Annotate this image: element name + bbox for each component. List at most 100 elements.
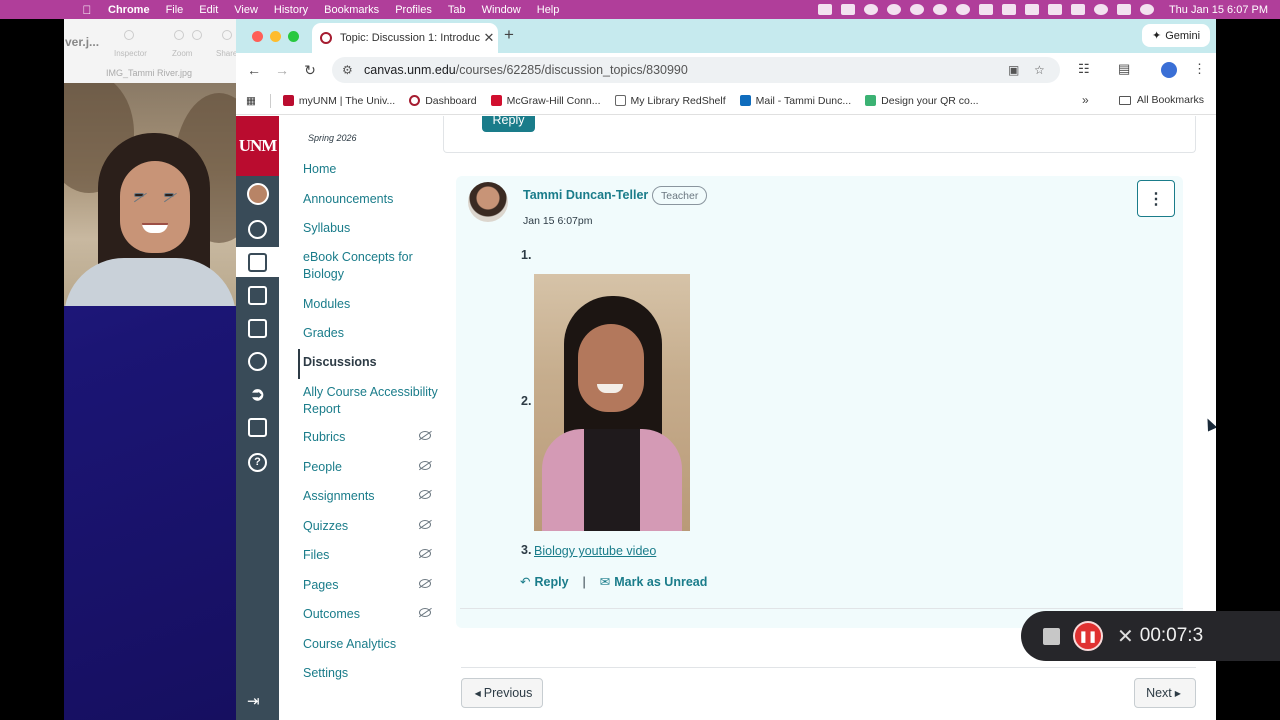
network-icon[interactable]	[1001, 4, 1016, 15]
zoom-icon[interactable]	[886, 4, 901, 15]
menu-window[interactable]: Window	[482, 4, 521, 16]
global-nav-inbox[interactable]	[236, 313, 279, 343]
next-button[interactable]: Next ▶	[1134, 678, 1196, 708]
author-name[interactable]: Tammi Duncan-Teller	[523, 188, 648, 202]
previous-entry-card: Reply	[443, 116, 1196, 153]
chrome-menu-icon[interactable]: ⋮	[1193, 61, 1206, 77]
bookmark-mcgraw-hill[interactable]: McGraw-Hill Conn...	[490, 95, 601, 107]
forward-arrow-icon[interactable]: →	[268, 62, 296, 78]
bookmark-redshelf[interactable]: My Library RedShelf	[614, 95, 726, 107]
profile-avatar[interactable]	[1161, 62, 1177, 78]
menu-view[interactable]: View	[234, 4, 258, 16]
cancel-recording-icon[interactable]: ✕	[1117, 624, 1134, 649]
site-settings-icon[interactable]: ⚙	[342, 63, 356, 77]
camera-icon[interactable]	[840, 4, 855, 15]
global-nav-courses[interactable]	[236, 247, 279, 277]
zoom-out-icon[interactable]	[174, 30, 184, 40]
course-nav-outcomes[interactable]: Outcomes	[303, 606, 443, 623]
zoom-in-icon[interactable]	[192, 30, 202, 40]
menubar-clock[interactable]: Thu Jan 15 6:07 PM	[1169, 4, 1268, 16]
extensions-icon[interactable]: ☷	[1078, 61, 1090, 77]
gear-icon[interactable]	[909, 4, 924, 15]
siri-icon[interactable]	[1139, 4, 1154, 15]
top-reply-button[interactable]: Reply	[482, 116, 535, 132]
course-nav-discussions[interactable]: Discussions	[303, 354, 443, 371]
menu-profiles[interactable]: Profiles	[395, 4, 432, 16]
search-icon[interactable]	[1093, 4, 1108, 15]
course-nav-ebook-concepts-for-biology[interactable]: eBook Concepts for Biology	[303, 249, 443, 282]
menu-history[interactable]: History	[274, 4, 308, 16]
course-nav-label: Files	[303, 548, 330, 562]
screen-share-icon[interactable]	[817, 4, 832, 15]
course-nav-grades[interactable]: Grades	[303, 325, 443, 342]
apple-icon[interactable]: 	[80, 3, 94, 17]
global-nav-history[interactable]	[236, 346, 279, 376]
global-nav-commons[interactable]	[236, 412, 279, 442]
wifi-icon[interactable]	[1070, 4, 1085, 15]
previous-button[interactable]: ◀ Previous	[461, 678, 543, 708]
mark-unread-action[interactable]: ✉ Mark as Unread	[600, 574, 708, 589]
close-tab-icon[interactable]: ✕	[480, 30, 498, 46]
unm-logo[interactable]: UNM	[236, 116, 279, 176]
course-nav-course-analytics[interactable]: Course Analytics	[303, 636, 443, 653]
global-nav-dashboard[interactable]	[236, 214, 279, 244]
collapse-nav-icon[interactable]: ⇥	[247, 692, 260, 710]
battery-icon[interactable]	[1024, 4, 1039, 15]
reload-icon[interactable]: ↻	[296, 62, 324, 79]
bookmark-myunm[interactable]: myUNM | The Univ...	[282, 95, 395, 107]
side-panel-icon[interactable]: ▤	[1118, 61, 1130, 77]
back-arrow-icon[interactable]: ←	[240, 62, 268, 78]
author-avatar[interactable]	[468, 182, 508, 222]
course-nav-quizzes[interactable]: Quizzes	[303, 518, 443, 535]
course-nav-modules[interactable]: Modules	[303, 296, 443, 313]
sparkle-icon[interactable]	[863, 4, 878, 15]
more-bookmarks-icon[interactable]: »	[1082, 93, 1089, 107]
all-bookmarks-button[interactable]: All Bookmarks	[1118, 94, 1204, 106]
global-nav-help[interactable]: ?	[236, 447, 279, 477]
entry-options-button[interactable]: ⋮	[1137, 180, 1175, 217]
install-app-icon[interactable]: ▣	[1008, 63, 1019, 77]
menu-help[interactable]: Help	[537, 4, 560, 16]
course-nav-pages[interactable]: Pages	[303, 577, 443, 594]
course-nav-assignments[interactable]: Assignments	[303, 488, 443, 505]
reply-action[interactable]: ↶ Reply	[520, 574, 569, 589]
bookmark-mail[interactable]: Mail - Tammi Dunc...	[739, 95, 851, 107]
calendar-icon[interactable]	[1047, 4, 1062, 15]
menu-app-name[interactable]: Chrome	[108, 4, 150, 16]
menu-file[interactable]: File	[166, 4, 184, 16]
inspector-icon[interactable]	[124, 30, 134, 40]
course-nav-ally-course-accessibility-report[interactable]: Ally Course Accessibility Report	[303, 384, 443, 417]
course-nav-announcements[interactable]: Announcements	[303, 191, 443, 208]
minimize-window-button[interactable]	[270, 31, 281, 42]
course-nav-people[interactable]: People	[303, 459, 443, 476]
pause-recording-button[interactable]: ❚❚	[1073, 621, 1103, 651]
bookmark-dashboard[interactable]: Dashboard	[409, 95, 477, 107]
global-nav-account[interactable]	[236, 179, 279, 209]
course-nav-files[interactable]: Files	[303, 547, 443, 564]
active-tab[interactable]: Topic: Discussion 1: Introduc ✕	[312, 23, 498, 53]
course-nav-home[interactable]: Home	[303, 161, 443, 178]
global-nav-studio[interactable]: ➲	[236, 379, 279, 409]
biology-video-link[interactable]: Biology youtube video	[534, 544, 656, 558]
bookmark-star-icon[interactable]: ☆	[1034, 63, 1045, 77]
control-center-icon[interactable]	[1116, 4, 1131, 15]
sync-icon[interactable]	[955, 4, 970, 15]
stop-recording-button[interactable]	[1043, 627, 1060, 645]
course-nav-settings[interactable]: Settings	[303, 665, 443, 682]
close-window-button[interactable]	[252, 31, 263, 42]
global-nav-calendar[interactable]	[236, 280, 279, 310]
new-tab-icon[interactable]: +	[504, 25, 514, 45]
course-nav-syllabus[interactable]: Syllabus	[303, 220, 443, 237]
maximize-window-button[interactable]	[288, 31, 299, 42]
menu-bookmarks[interactable]: Bookmarks	[324, 4, 379, 16]
record-icon[interactable]	[932, 4, 947, 15]
gemini-button[interactable]: ✦ Gemini	[1142, 24, 1210, 47]
menu-edit[interactable]: Edit	[199, 4, 218, 16]
bookmark-qr[interactable]: Design your QR co...	[865, 95, 979, 107]
menu-tab[interactable]: Tab	[448, 4, 466, 16]
cloud-icon[interactable]	[978, 4, 993, 15]
course-nav-rubrics[interactable]: Rubrics	[303, 429, 443, 446]
share-icon[interactable]	[222, 30, 232, 40]
apps-grid-icon[interactable]: ▦	[246, 95, 256, 107]
address-bar[interactable]: ⚙ canvas.unm.edu/courses/62285/discussio…	[332, 57, 1060, 83]
